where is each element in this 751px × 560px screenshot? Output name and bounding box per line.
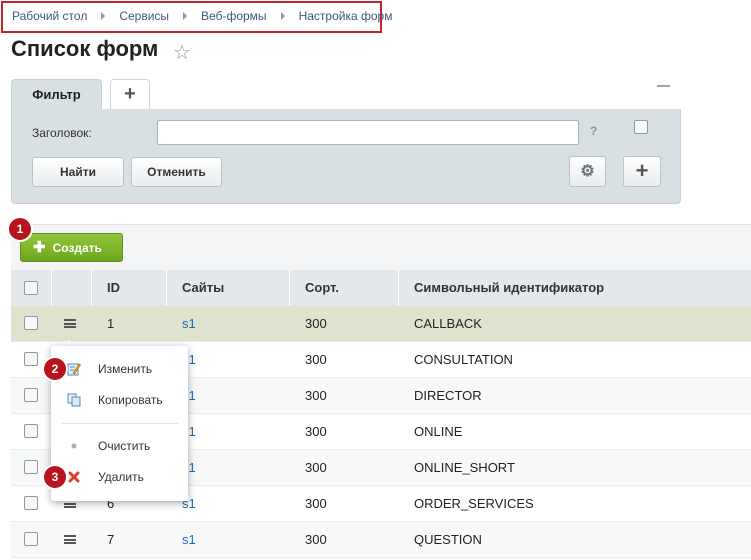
cell-code: DIRECTOR	[414, 388, 482, 403]
menu-item-delete-label: Удалить	[98, 470, 144, 484]
create-button[interactable]: ✚ Создать	[20, 233, 123, 262]
cancel-button[interactable]: Отменить	[131, 157, 222, 187]
cell-sort: 300	[305, 424, 327, 439]
step-badge-1: 1	[9, 218, 31, 240]
context-menu: Изменить Копировать Очистить Удалить	[51, 346, 188, 501]
cell-sort: 300	[305, 352, 327, 367]
column-header-id[interactable]: ID	[107, 270, 120, 306]
cell-code: ONLINE_SHORT	[414, 460, 515, 475]
cell-sort: 300	[305, 496, 327, 511]
title-field-label: Заголовок:	[32, 126, 92, 140]
cell-code: ORDER_SERVICES	[414, 496, 534, 511]
breadcrumb-item-form-settings[interactable]: Настройка форм	[299, 9, 393, 23]
cell-id: 7	[107, 532, 115, 547]
menu-item-clear-label: Очистить	[98, 439, 151, 453]
menu-item-clear[interactable]: Очистить	[51, 433, 188, 459]
edit-icon	[67, 363, 81, 376]
row-menu-icon[interactable]	[64, 535, 76, 544]
menu-item-edit-label: Изменить	[98, 362, 153, 376]
menu-item-delete[interactable]: Удалить	[51, 464, 188, 490]
row-checkbox[interactable]	[24, 424, 38, 438]
page-title: Список форм	[11, 36, 159, 61]
row-checkbox[interactable]	[24, 460, 38, 474]
dot-icon	[71, 443, 77, 449]
row-checkbox[interactable]	[24, 496, 38, 510]
create-button-label: Создать	[52, 241, 102, 255]
column-separator	[166, 270, 167, 306]
step-badge-3: 3	[44, 466, 66, 488]
gear-icon[interactable]: ⚙	[569, 156, 606, 187]
table-row[interactable]: 7 s1 300 QUESTION	[11, 522, 751, 558]
tab-filter[interactable]: Фильтр	[11, 79, 102, 110]
column-separator	[51, 270, 52, 306]
add-field-button[interactable]: +	[623, 156, 661, 187]
menu-item-edit[interactable]: Изменить	[51, 356, 188, 382]
star-icon[interactable]: ☆	[173, 40, 191, 65]
minimize-icon[interactable]	[657, 85, 670, 87]
chevron-right-icon	[183, 12, 188, 20]
breadcrumb-item-services[interactable]: Сервисы	[119, 9, 169, 23]
menu-item-copy[interactable]: Копировать	[51, 387, 188, 413]
column-separator	[289, 270, 290, 306]
cell-sort: 300	[305, 460, 327, 475]
row-menu-icon[interactable]	[64, 319, 76, 328]
breadcrumb: Рабочий стол Сервисы Веб-формы Настройка…	[12, 9, 392, 23]
plus-icon: ✚	[33, 239, 46, 256]
copy-icon	[67, 393, 81, 407]
add-filter-tab-button[interactable]: +	[110, 79, 150, 110]
menu-item-copy-label: Копировать	[98, 393, 163, 407]
cell-sort: 300	[305, 532, 327, 547]
cell-code: CONSULTATION	[414, 352, 513, 367]
cell-sort: 300	[305, 316, 327, 331]
menu-divider	[62, 423, 178, 424]
cell-sort: 300	[305, 388, 327, 403]
column-header-sort[interactable]: Сорт.	[305, 270, 339, 306]
column-separator	[398, 270, 399, 306]
row-checkbox[interactable]	[24, 352, 38, 366]
delete-icon	[68, 471, 80, 483]
cell-site-link[interactable]: s1	[182, 306, 196, 341]
cell-code: CALLBACK	[414, 316, 482, 331]
filter-field-checkbox[interactable]	[634, 120, 648, 134]
column-separator	[91, 270, 92, 306]
help-icon[interactable]: ?	[590, 124, 597, 138]
table-row[interactable]: 1 s1 300 CALLBACK	[11, 306, 751, 342]
cell-site-link[interactable]: s1	[182, 522, 196, 557]
chevron-right-icon	[101, 12, 106, 20]
row-checkbox[interactable]	[24, 316, 38, 330]
table-header: ID Сайты Сорт. Символьный идентификатор	[11, 270, 751, 307]
cell-code: ONLINE	[414, 424, 463, 439]
cell-id: 1	[107, 316, 115, 331]
title-field[interactable]	[157, 120, 579, 145]
find-button[interactable]: Найти	[32, 157, 124, 187]
step-badge-2: 2	[44, 358, 66, 380]
chevron-right-icon	[280, 12, 285, 20]
column-header-sites[interactable]: Сайты	[182, 270, 224, 306]
column-header-code[interactable]: Символьный идентификатор	[414, 270, 604, 306]
breadcrumb-item-desktop[interactable]: Рабочий стол	[12, 9, 87, 23]
cell-code: QUESTION	[414, 532, 482, 547]
row-checkbox[interactable]	[24, 532, 38, 546]
select-all-checkbox[interactable]	[24, 281, 38, 295]
row-checkbox[interactable]	[24, 388, 38, 402]
breadcrumb-item-webforms[interactable]: Веб-формы	[201, 9, 267, 23]
